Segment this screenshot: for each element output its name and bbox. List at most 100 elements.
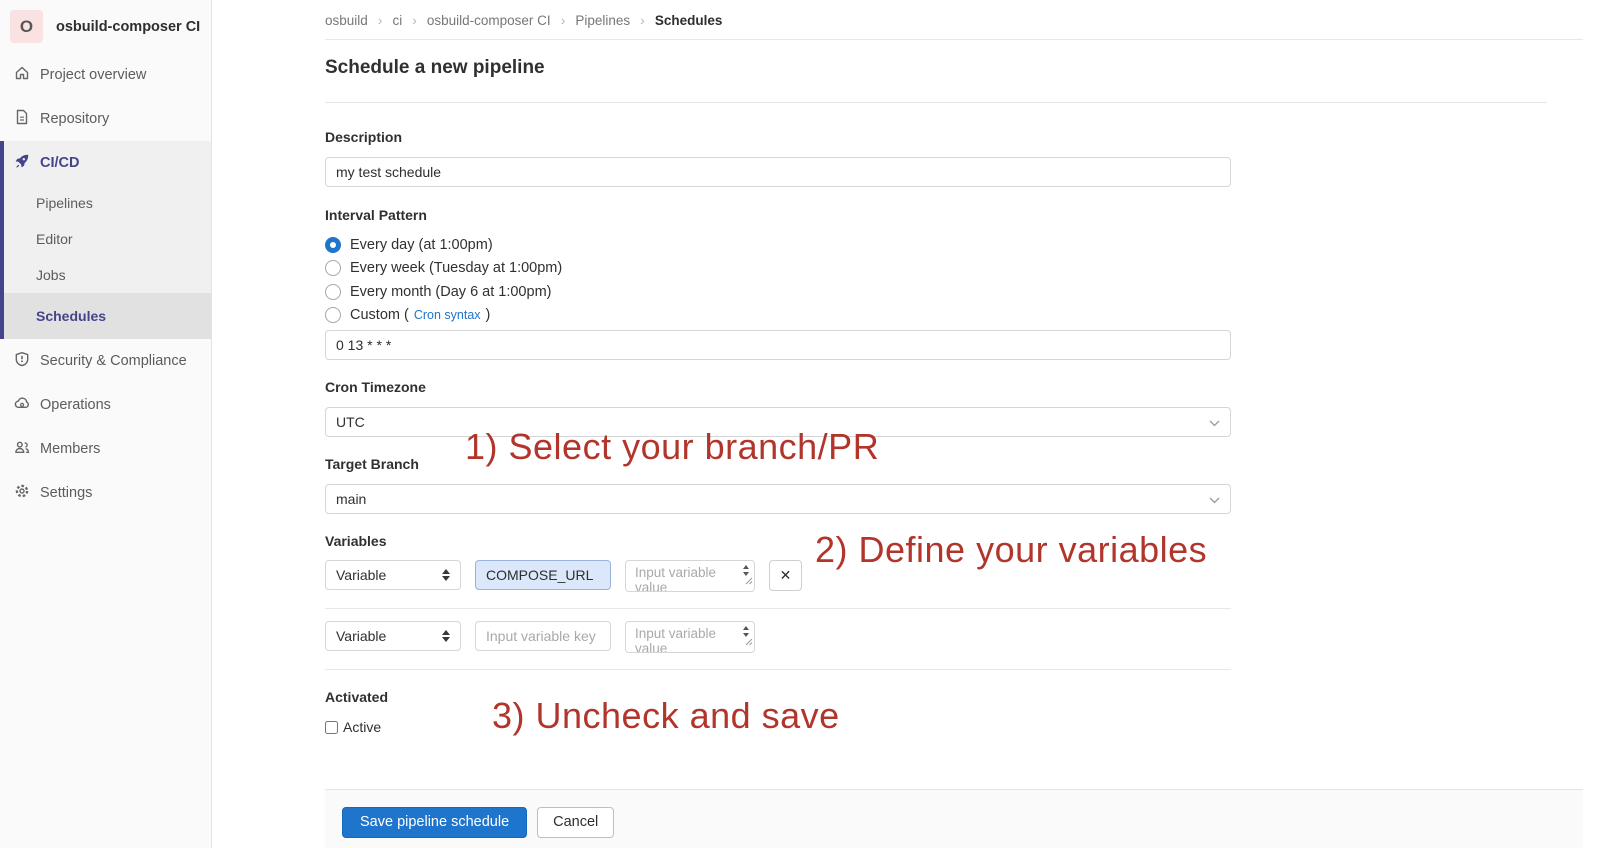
sidebar-item-label: Security & Compliance: [40, 353, 187, 369]
cron-timezone-label: Cron Timezone: [325, 380, 1609, 395]
form-actions: Save pipeline schedule Cancel: [325, 789, 1583, 848]
breadcrumb-separator-icon: ›: [412, 12, 417, 28]
radio-custom[interactable]: [325, 307, 341, 323]
gear-icon: [14, 483, 30, 503]
up-down-arrows-icon: [442, 630, 450, 642]
breadcrumb-item-current[interactable]: Schedules: [655, 13, 723, 28]
project-header[interactable]: O osbuild-composer CI: [0, 0, 211, 53]
cron-syntax-link[interactable]: Cron syntax: [414, 308, 481, 322]
sidebar-item-jobs[interactable]: Jobs: [4, 257, 211, 293]
target-branch-label: Target Branch: [325, 457, 1609, 472]
sidebar-item-label: Pipelines: [36, 195, 93, 211]
sidebar-item-label: Settings: [40, 485, 92, 501]
active-checkbox-row: Active: [325, 719, 1609, 735]
cancel-button[interactable]: Cancel: [537, 807, 614, 838]
breadcrumb-separator-icon: ›: [561, 12, 566, 28]
breadcrumb-separator-icon: ›: [378, 12, 383, 28]
sidebar-item-editor[interactable]: Editor: [4, 221, 211, 257]
breadcrumb-separator-icon: ›: [640, 12, 645, 28]
sidebar-nav: Project overview Repository CI/CD Pipeli…: [0, 53, 211, 515]
sidebar-item-operations[interactable]: Operations: [0, 383, 211, 427]
variable-value-wrap: [625, 621, 755, 653]
variable-value-textarea[interactable]: [625, 621, 755, 653]
radio-every-day[interactable]: [325, 237, 341, 253]
cloud-gear-icon: [14, 395, 30, 415]
project-avatar[interactable]: O: [10, 10, 43, 43]
sidebar-item-label: CI/CD: [40, 155, 79, 171]
radio-label: Every month (Day 6 at 1:00pm): [350, 284, 551, 300]
interval-radio-group: Every day (at 1:00pm) Every week (Tuesda…: [325, 233, 1609, 327]
cron-pattern-input[interactable]: [325, 330, 1231, 360]
sidebar-item-label: Members: [40, 441, 100, 457]
sidebar-section-cicd: CI/CD Pipelines Editor Jobs Schedules: [0, 141, 211, 339]
sidebar-item-label: Project overview: [40, 67, 146, 83]
radio-every-month[interactable]: [325, 284, 341, 300]
sidebar-item-members[interactable]: Members: [0, 427, 211, 471]
chevron-down-icon: [1209, 414, 1220, 430]
sidebar-item-cicd[interactable]: CI/CD: [4, 141, 211, 185]
variable-value-textarea[interactable]: [625, 560, 755, 592]
active-checkbox-label: Active: [343, 719, 381, 735]
variable-type-value: Variable: [336, 567, 386, 583]
sidebar-item-label: Jobs: [36, 267, 66, 283]
sidebar-item-label: Repository: [40, 111, 109, 127]
sidebar-item-schedules[interactable]: Schedules: [4, 293, 211, 339]
variable-type-select[interactable]: Variable: [325, 621, 461, 651]
shield-icon: [14, 351, 30, 371]
radio-label: Every day (at 1:00pm): [350, 237, 493, 253]
cron-timezone-select[interactable]: UTC: [325, 407, 1231, 437]
breadcrumb-item[interactable]: Pipelines: [575, 13, 630, 28]
project-name: osbuild-composer CI: [56, 19, 200, 35]
radio-label: Custom (: [350, 307, 409, 323]
sidebar-item-label: Operations: [40, 397, 111, 413]
sidebar-item-project-overview[interactable]: Project overview: [0, 53, 211, 97]
variable-key-input[interactable]: [475, 560, 611, 590]
variable-row: Variable ✕: [325, 560, 1231, 609]
sidebar: O osbuild-composer CI Project overview R…: [0, 0, 212, 848]
sidebar-item-repository[interactable]: Repository: [0, 97, 211, 141]
remove-variable-button[interactable]: ✕: [769, 560, 802, 591]
rocket-icon: [14, 153, 30, 173]
up-down-arrows-icon: [442, 569, 450, 581]
variable-key-input[interactable]: [475, 621, 611, 651]
home-icon: [14, 65, 30, 85]
app-window: O osbuild-composer CI Project overview R…: [0, 0, 1609, 848]
radio-every-week[interactable]: [325, 260, 341, 276]
document-icon: [14, 109, 30, 129]
description-label: Description: [325, 130, 1609, 145]
breadcrumb-bar: osbuild › ci › osbuild-composer CI › Pip…: [212, 0, 1609, 40]
variable-type-value: Variable: [336, 628, 386, 644]
breadcrumb-item[interactable]: osbuild: [325, 13, 368, 28]
resize-grip-icon[interactable]: [745, 572, 753, 590]
variable-row: Variable: [325, 621, 1231, 670]
page-title: Schedule a new pipeline: [325, 57, 1609, 79]
breadcrumb: osbuild › ci › osbuild-composer CI › Pip…: [325, 12, 1583, 40]
resize-grip-icon[interactable]: [745, 633, 753, 651]
sidebar-item-label: Editor: [36, 231, 73, 247]
sidebar-item-security-compliance[interactable]: Security & Compliance: [0, 339, 211, 383]
radio-label: ): [486, 307, 491, 323]
divider: [325, 102, 1547, 103]
radio-label: Every week (Tuesday at 1:00pm): [350, 260, 562, 276]
interval-pattern-label: Interval Pattern: [325, 208, 1609, 223]
chevron-down-icon: [1209, 491, 1220, 507]
variable-value-wrap: [625, 560, 755, 592]
sidebar-item-label: Schedules: [36, 308, 106, 324]
main-content: osbuild › ci › osbuild-composer CI › Pip…: [212, 0, 1609, 848]
target-branch-select[interactable]: main: [325, 484, 1231, 514]
active-checkbox[interactable]: [325, 721, 338, 734]
sidebar-item-pipelines[interactable]: Pipelines: [4, 185, 211, 221]
sidebar-item-settings[interactable]: Settings: [0, 471, 211, 515]
description-input[interactable]: [325, 157, 1231, 187]
users-icon: [14, 439, 30, 459]
breadcrumb-item[interactable]: osbuild-composer CI: [427, 13, 551, 28]
save-pipeline-schedule-button[interactable]: Save pipeline schedule: [342, 807, 527, 838]
variables-label: Variables: [325, 534, 1609, 549]
variable-type-select[interactable]: Variable: [325, 560, 461, 590]
selected-branch: main: [336, 491, 366, 507]
breadcrumb-item[interactable]: ci: [392, 13, 402, 28]
close-icon: ✕: [780, 567, 792, 584]
selected-timezone: UTC: [336, 414, 365, 430]
schedule-form: Schedule a new pipeline Description Inte…: [212, 57, 1609, 848]
activated-label: Activated: [325, 690, 1609, 705]
